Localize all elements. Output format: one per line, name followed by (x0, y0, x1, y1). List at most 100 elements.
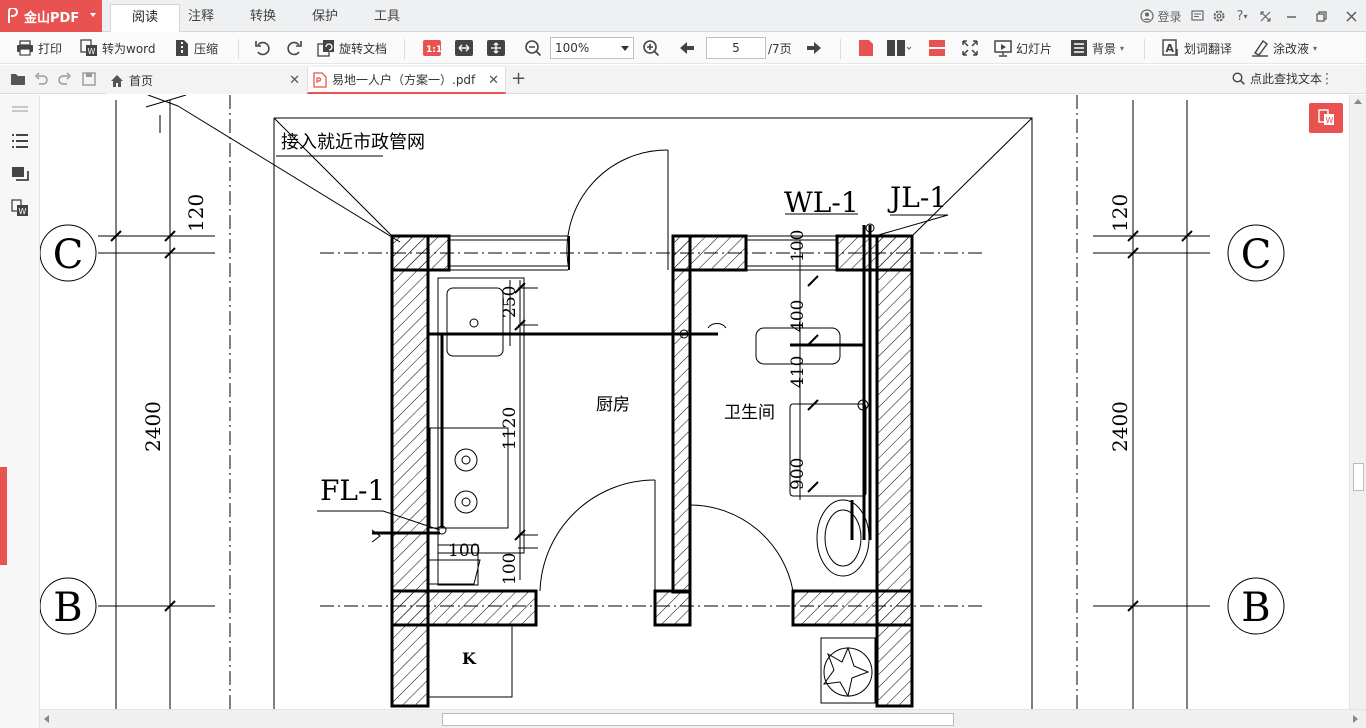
settings-gear-icon[interactable] (1208, 0, 1230, 32)
rotate-document-label: 旋转文档 (339, 41, 388, 56)
axis-b-left: B (53, 585, 82, 631)
double-page-view-button[interactable] (886, 36, 912, 60)
previous-page-button[interactable] (678, 36, 696, 60)
scroll-left-arrow-icon[interactable] (44, 715, 49, 723)
tab-home[interactable]: 首页 ✕ (106, 67, 306, 94)
menu-tab-protect[interactable]: 保护 (290, 4, 360, 32)
background-dropdown-icon: ▾ (1120, 43, 1125, 53)
new-tab-plus-icon[interactable]: + (511, 68, 526, 89)
save-icon[interactable] (82, 72, 96, 86)
menu-tab-convert[interactable]: 转换 (228, 4, 298, 32)
next-page-button[interactable] (805, 36, 823, 60)
document-tab-bar: 首页 ✕ 易地一人户（方案一）.pdf ✕ + 点此查找文本 ⋮ (0, 65, 1366, 94)
close-tab-home-icon[interactable]: ✕ (289, 73, 300, 88)
vertical-scrollbar[interactable] (1349, 95, 1366, 709)
app-menu-caret-icon[interactable] (90, 13, 96, 17)
help-icon[interactable]: ? ▾ (1230, 0, 1254, 32)
print-button[interactable]: 打印 (16, 36, 62, 60)
app-logo-button[interactable]: 金山PDF (0, 0, 102, 32)
open-folder-icon[interactable] (10, 72, 26, 86)
tab-document[interactable]: 易地一人户（方案一）.pdf ✕ (307, 67, 506, 94)
dim-100-kitchen: 100 (448, 541, 480, 561)
outline-list-icon[interactable] (11, 133, 29, 149)
scroll-up-arrow-icon[interactable] (1354, 99, 1362, 104)
fullscreen-icon (962, 40, 978, 56)
horizontal-scroll-thumb[interactable] (442, 713, 954, 726)
page-number-input[interactable]: 5 (706, 37, 766, 59)
redo-icon[interactable] (58, 72, 72, 86)
more-options-icon[interactable]: ⋮ (1320, 71, 1334, 87)
zoom-select[interactable]: 100% (550, 37, 634, 59)
print-label: 打印 (38, 41, 63, 56)
single-page-view-button[interactable] (857, 36, 875, 60)
sidebar-handle-icon[interactable] (11, 105, 29, 113)
slideshow-button[interactable]: 幻灯片 (994, 36, 1052, 60)
bathroom-label: 卫生间 (724, 403, 775, 423)
single-page-icon (859, 40, 873, 56)
translate-icon: A (1162, 39, 1178, 56)
restore-window-icon[interactable] (1306, 0, 1336, 32)
jl-1-label: JL-1 (887, 181, 947, 214)
floor-plan-drawing: C B C B 120 2400 120 2400 250 1120 100 1… (40, 95, 1285, 709)
dim-410: 410 (788, 356, 808, 388)
zoom-in-button[interactable] (642, 36, 660, 60)
fit-width-button[interactable] (454, 36, 474, 60)
dim-100-bath: 100 (788, 230, 808, 262)
close-window-icon[interactable] (1336, 0, 1366, 32)
pdf-file-icon (313, 71, 327, 88)
minimize-icon[interactable] (1276, 0, 1306, 32)
rotate-document-icon (317, 40, 334, 57)
thumbnails-icon[interactable] (11, 166, 29, 182)
word-convert-icon: W (80, 39, 97, 56)
word-translate-button[interactable]: A 划词翻译 (1162, 36, 1232, 60)
background-label: 背景 (1092, 41, 1117, 56)
pdf-to-word-sidebar-icon[interactable]: W (11, 199, 29, 217)
floating-convert-button[interactable]: W (1309, 103, 1343, 133)
axis-c-right: C (1241, 232, 1272, 278)
svg-text:W: W (88, 47, 96, 56)
left-sidebar: W (0, 95, 40, 728)
find-text-button[interactable]: 点此查找文本 (1232, 70, 1322, 87)
dim-100-kitchen-vertical: 100 (500, 553, 520, 585)
rotate-right-button[interactable] (285, 36, 303, 60)
zoom-dropdown-chevron-icon[interactable] (621, 46, 629, 51)
rotate-cw-icon (287, 41, 302, 56)
to-word-button[interactable]: W 转为word (80, 36, 156, 60)
sidebar-expand-tab[interactable] (0, 467, 7, 565)
actual-size-button[interactable]: 1:1 (422, 36, 442, 60)
page-total-label: /7页 (768, 42, 792, 56)
menu-tab-annotate[interactable]: 注释 (166, 4, 236, 32)
continuous-page-icon (929, 40, 945, 56)
undo-icon[interactable] (34, 72, 48, 86)
to-word-label: 转为word (102, 41, 156, 56)
menu-tab-tools[interactable]: 工具 (352, 4, 422, 32)
dim-2400-left: 2400 (141, 401, 165, 452)
whiteout-dropdown-icon: ▾ (1313, 43, 1318, 53)
slideshow-icon (994, 40, 1012, 57)
continuous-view-button[interactable] (928, 36, 946, 60)
login-button[interactable]: 登录 (1136, 0, 1186, 32)
compress-button[interactable]: 压缩 (174, 36, 218, 60)
rotate-ccw-icon (255, 41, 270, 56)
whiteout-button[interactable]: 涂改液 ▾ (1251, 36, 1317, 60)
scroll-right-arrow-icon[interactable] (1353, 715, 1358, 723)
convert-word-float-icon: W (1318, 109, 1334, 125)
actual-size-icon: 1:1 (423, 40, 442, 56)
background-button[interactable]: 背景 ▾ (1070, 36, 1124, 60)
document-canvas: C B C B 120 2400 120 2400 250 1120 100 1… (40, 95, 1349, 709)
login-label: 登录 (1157, 9, 1182, 24)
vertical-scroll-thumb[interactable] (1353, 463, 1364, 491)
axis-c-left: C (53, 232, 84, 278)
close-tab-document-icon[interactable]: ✕ (488, 73, 499, 88)
feedback-icon[interactable] (1186, 0, 1208, 32)
user-icon (1140, 9, 1155, 23)
fit-page-button[interactable] (486, 36, 506, 60)
zoom-out-button[interactable] (524, 36, 542, 60)
horizontal-scrollbar[interactable] (40, 709, 1366, 728)
translate-label: 划词翻译 (1184, 41, 1233, 56)
fullscreen-button[interactable] (961, 36, 979, 60)
app-name: 金山PDF (24, 10, 80, 26)
rotate-left-button[interactable] (254, 36, 272, 60)
rotate-document-button[interactable]: 旋转文档 (317, 36, 387, 60)
collapse-ribbon-icon[interactable] (1254, 0, 1276, 32)
